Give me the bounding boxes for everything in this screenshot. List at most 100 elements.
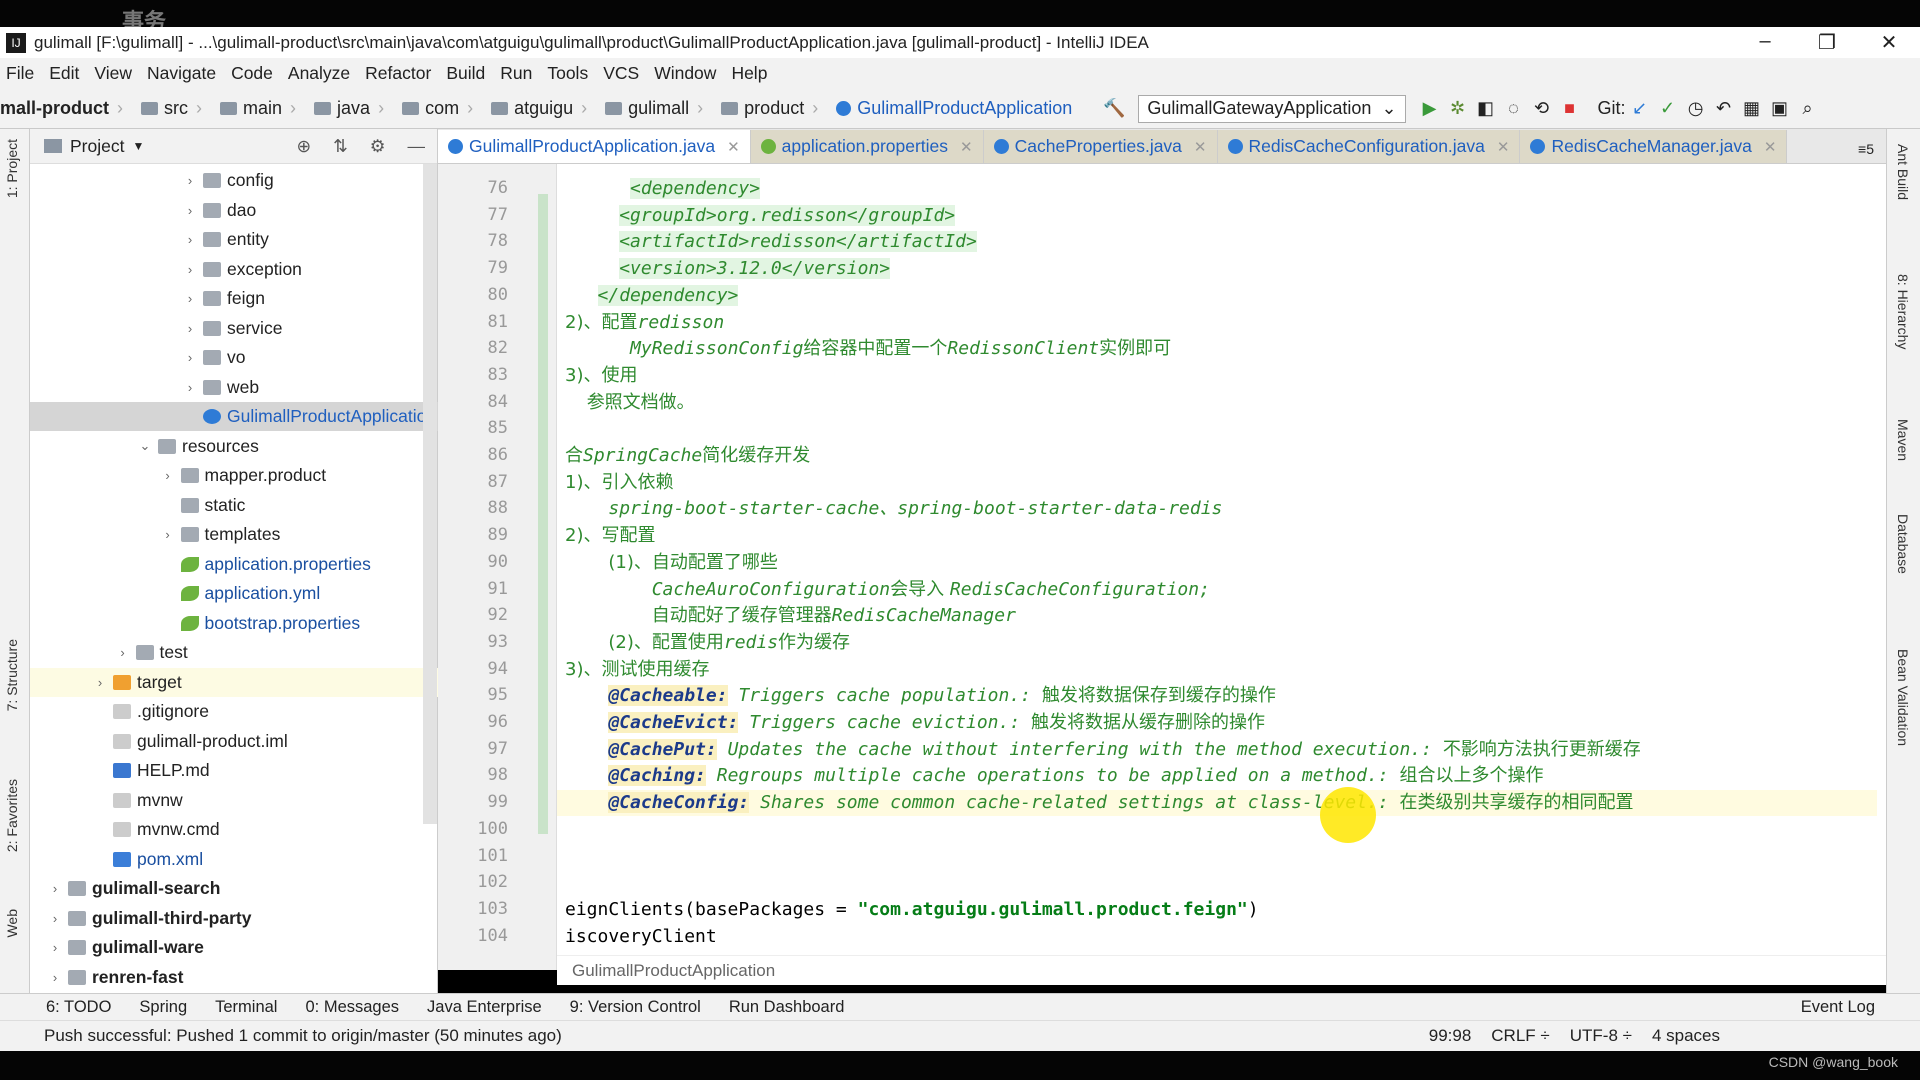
tree-item[interactable]: pom.xml <box>30 845 438 874</box>
stop-icon[interactable]: ■ <box>1556 98 1584 119</box>
menu-window[interactable]: Window <box>654 63 716 84</box>
expand-arrow-icon[interactable]: › <box>181 350 199 365</box>
tree-item[interactable]: › entity <box>30 225 438 254</box>
menu-help[interactable]: Help <box>731 63 767 84</box>
expand-arrow-icon[interactable]: › <box>181 203 199 218</box>
expand-arrow-icon[interactable]: › <box>159 527 177 542</box>
right-tab-4[interactable]: Bean Validation <box>1895 649 1911 746</box>
expand-arrow-icon[interactable]: › <box>181 173 199 188</box>
tabs-overflow-button[interactable]: ≡5 <box>1846 141 1886 163</box>
tool-window-6[interactable]: Run Dashboard <box>729 998 845 1017</box>
vcs-change-marker[interactable] <box>538 194 548 834</box>
tab-rediscachemanager-java[interactable]: RedisCacheManager.java ✕ <box>1520 130 1788 163</box>
rollback-icon[interactable]: ↶ <box>1710 98 1738 119</box>
collapse-icon[interactable]: ⇅ <box>333 136 348 157</box>
project-view-select[interactable]: Project <box>70 136 124 157</box>
editor-breadcrumb[interactable]: GulimallProductApplication <box>557 955 1886 985</box>
expand-arrow-icon[interactable]: › <box>46 911 64 926</box>
tree-item[interactable]: ⌄ resources <box>30 432 438 461</box>
close-tab-icon[interactable]: ✕ <box>1497 138 1510 156</box>
breadcrumb-item[interactable]: java › <box>304 98 384 119</box>
expand-arrow-icon[interactable]: › <box>181 380 199 395</box>
tree-item[interactable]: mvnw.cmd <box>30 815 438 844</box>
tree-item[interactable]: › dao <box>30 196 438 225</box>
expand-arrow-icon[interactable]: › <box>181 321 199 336</box>
tree-item[interactable]: › gulimall-search <box>30 874 438 903</box>
menu-navigate[interactable]: Navigate <box>147 63 216 84</box>
git-update-icon[interactable]: ↙ <box>1626 98 1654 119</box>
expand-arrow-icon[interactable]: › <box>159 468 177 483</box>
tree-item[interactable]: GulimallProductApplication <box>30 402 438 431</box>
status-message[interactable]: Push successful: Pushed 1 commit to orig… <box>44 1026 562 1046</box>
close-tab-icon[interactable]: ✕ <box>727 138 740 156</box>
hammer-build-icon[interactable]: 🔨 <box>1100 98 1128 119</box>
expand-arrow-icon[interactable]: › <box>46 881 64 896</box>
caret-position[interactable]: 99:98 <box>1429 1026 1472 1046</box>
expand-arrow-icon[interactable]: ⌄ <box>136 438 154 454</box>
expand-arrow-icon[interactable]: › <box>46 970 64 985</box>
tree-item[interactable]: › renren-fast <box>30 963 438 992</box>
code-editor[interactable]: <dependency> <groupId>org.redisson</grou… <box>557 164 1886 970</box>
tree-item[interactable]: gulimall-product.iml <box>30 727 438 756</box>
minimize-button[interactable]: – <box>1734 30 1796 55</box>
history-icon[interactable]: ◷ <box>1682 98 1710 119</box>
breadcrumb-item[interactable]: mall-product › <box>0 98 123 119</box>
breadcrumb-item[interactable]: main › <box>210 98 296 119</box>
menu-code[interactable]: Code <box>231 63 273 84</box>
right-tab-2[interactable]: Maven <box>1895 419 1911 461</box>
file-encoding[interactable]: UTF-8 ÷ <box>1570 1026 1632 1046</box>
expand-arrow-icon[interactable]: › <box>181 262 199 277</box>
tab-application-properties[interactable]: application.properties ✕ <box>750 130 984 163</box>
tab-gulimallproductapplication-java[interactable]: GulimallProductApplication.java ✕ <box>438 130 751 163</box>
search-icon[interactable]: ⌕ <box>1794 98 1822 119</box>
tree-item[interactable]: bootstrap.properties <box>30 609 438 638</box>
tool-window-2[interactable]: Terminal <box>215 998 277 1017</box>
tree-item[interactable]: › test <box>30 638 438 667</box>
project-structure-icon[interactable]: ▦ <box>1738 98 1766 119</box>
breadcrumb-item[interactable]: src › <box>131 98 202 119</box>
left-tab-3[interactable]: Web <box>4 909 20 938</box>
expand-arrow-icon[interactable]: › <box>91 675 109 690</box>
tree-item[interactable]: application.properties <box>30 550 438 579</box>
event-log-button[interactable]: Event Log <box>1801 998 1875 1017</box>
close-button[interactable]: ✕ <box>1858 30 1920 55</box>
tree-item[interactable]: › templates <box>30 520 438 549</box>
left-tab-1[interactable]: 7: Structure <box>4 639 20 711</box>
menu-refactor[interactable]: Refactor <box>365 63 431 84</box>
right-tab-3[interactable]: Database <box>1895 514 1911 574</box>
tree-item[interactable]: › gulimall-ware <box>30 933 438 962</box>
tree-item[interactable]: › target <box>30 667 438 697</box>
gear-icon[interactable]: ⚙ <box>370 136 386 157</box>
indent-setting[interactable]: 4 spaces <box>1652 1026 1720 1046</box>
attach-icon[interactable]: ⟲ <box>1528 98 1556 119</box>
menu-build[interactable]: Build <box>446 63 485 84</box>
tree-item[interactable]: › config <box>30 166 438 195</box>
tree-item[interactable]: application.yml <box>30 579 438 608</box>
tool-window-1[interactable]: Spring <box>139 998 187 1017</box>
debug-icon[interactable]: ✲ <box>1444 98 1472 119</box>
tree-scrollbar[interactable] <box>423 164 437 824</box>
menu-tools[interactable]: Tools <box>547 63 588 84</box>
run-config-select[interactable]: GulimallGatewayApplication ⌄ <box>1138 94 1406 123</box>
profile-icon[interactable]: ◌ <box>1500 98 1528 119</box>
hide-icon[interactable]: — <box>408 136 426 157</box>
breadcrumb-item[interactable]: gulimall › <box>595 98 703 119</box>
tool-window-3[interactable]: 0: Messages <box>305 998 399 1017</box>
chevron-down-icon[interactable]: ▼ <box>132 139 144 153</box>
tree-item[interactable]: .gitignore <box>30 697 438 726</box>
breadcrumb-item[interactable]: atguigu › <box>481 98 587 119</box>
left-tab-2[interactable]: 2: Favorites <box>4 779 20 852</box>
expand-arrow-icon[interactable]: › <box>114 645 132 660</box>
close-tab-icon[interactable]: ✕ <box>1194 138 1207 156</box>
coverage-icon[interactable]: ◧ <box>1472 98 1500 119</box>
menu-file[interactable]: File <box>6 63 34 84</box>
tree-item[interactable]: › web <box>30 373 438 402</box>
tree-item[interactable]: mvnw <box>30 786 438 815</box>
tree-item[interactable]: › gulimall-third-party <box>30 904 438 933</box>
right-tab-1[interactable]: 8: Hierarchy <box>1895 274 1911 349</box>
tab-cacheproperties-java[interactable]: CacheProperties.java ✕ <box>983 130 1218 163</box>
menu-analyze[interactable]: Analyze <box>288 63 350 84</box>
menu-vcs[interactable]: VCS <box>603 63 639 84</box>
right-tab-0[interactable]: Ant Build <box>1895 144 1911 200</box>
line-separator[interactable]: CRLF ÷ <box>1491 1026 1549 1046</box>
